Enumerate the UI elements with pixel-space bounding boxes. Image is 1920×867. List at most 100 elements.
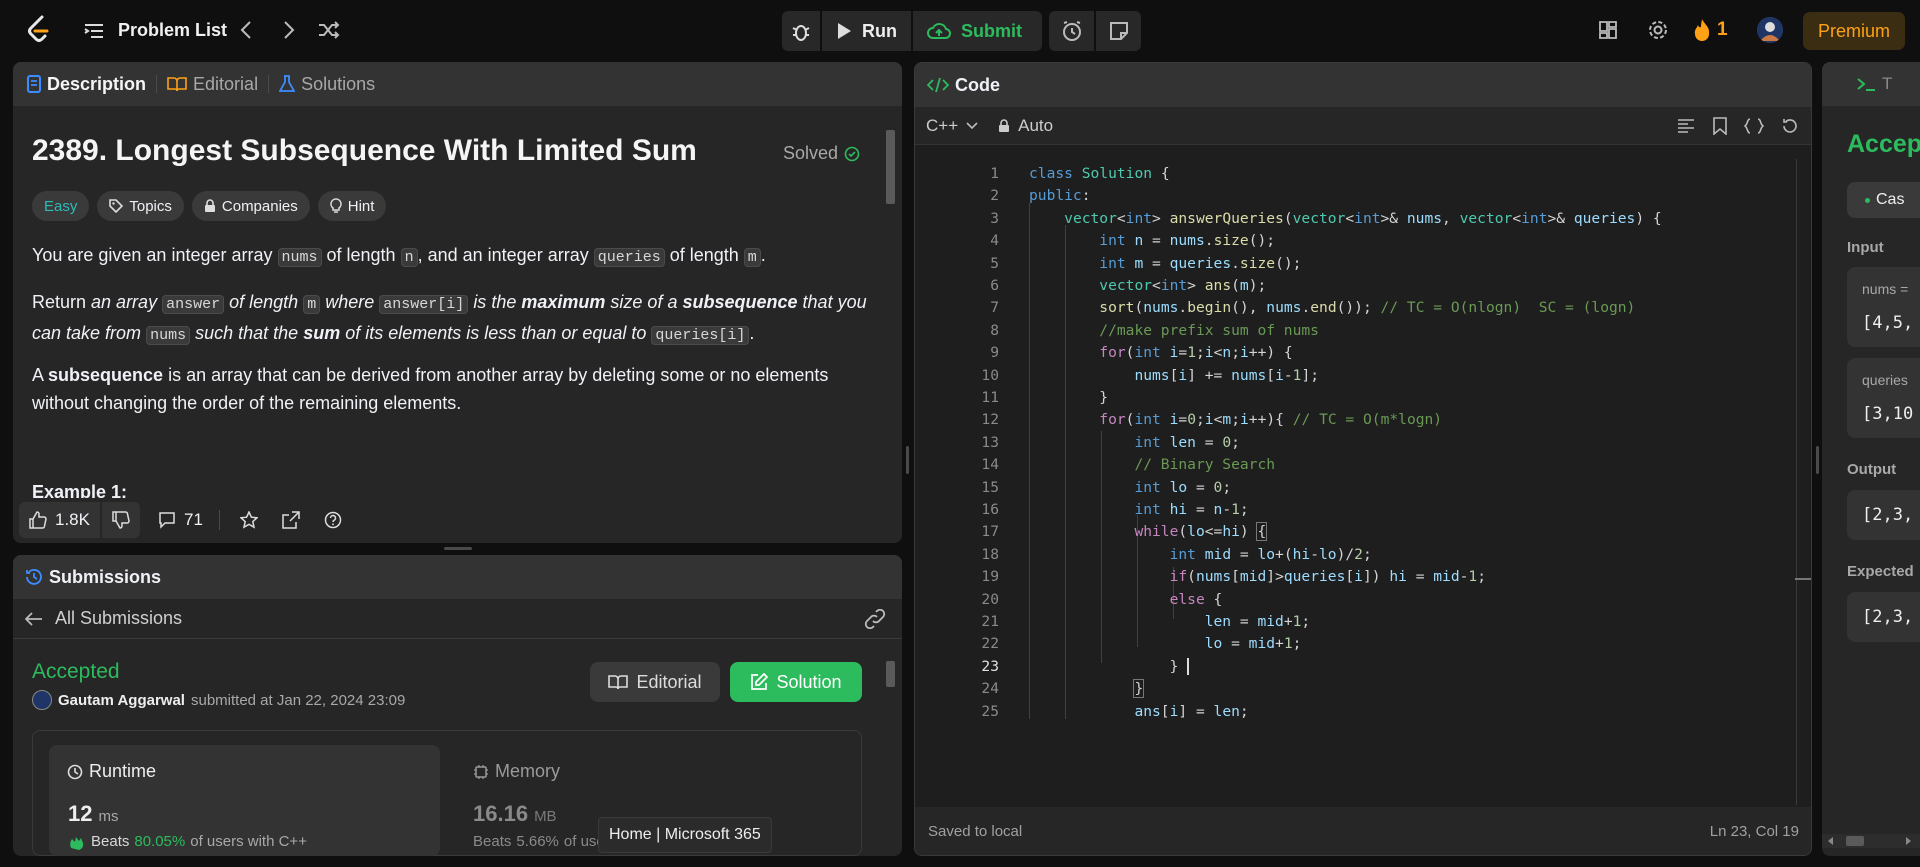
code-line: 22 lo = mid+1; [981,635,1302,653]
help-icon[interactable] [324,511,342,529]
edit-icon [750,673,769,691]
code-status-bar: Saved to local Ln 23, Col 19 [915,807,1811,855]
settings-gear-icon[interactable] [1647,19,1669,41]
chevron-down-icon [966,121,978,130]
arrow-left-icon[interactable] [25,611,43,626]
code-line: 17 while(lo<=hi) { [981,522,1268,542]
username[interactable]: Gautam Aggarwal [58,692,185,709]
submissions-scrollbar[interactable] [883,641,897,856]
run-button[interactable]: Run [822,11,911,51]
tab-editorial[interactable]: Editorial [157,74,268,95]
all-submissions-link[interactable]: All Submissions [55,608,182,629]
topics-chip[interactable]: Topics [97,191,184,221]
star-icon[interactable] [239,511,258,529]
description-scrollbar[interactable] [883,106,897,498]
scroll-left-arrow-icon[interactable] [1828,837,1833,845]
submit-button[interactable]: Submit [913,11,1036,51]
tab-solutions[interactable]: Solutions [269,74,385,95]
solution-button[interactable]: Solution [730,662,862,702]
editor-scroll-track[interactable] [1796,159,1797,805]
link-icon[interactable] [864,609,886,629]
leetcode-logo-icon[interactable] [26,15,50,45]
vertical-resize-handle[interactable] [444,547,472,550]
terminal-icon [1856,76,1876,92]
solution-button-label: Solution [776,671,842,692]
notes-icon[interactable] [1096,11,1141,51]
scroll-right-arrow-icon[interactable] [1906,837,1911,845]
topics-label: Topics [129,197,172,215]
scroll-thumb[interactable] [886,130,895,204]
language-select[interactable]: C++ [926,116,978,136]
premium-button[interactable]: Premium [1803,12,1905,50]
reset-icon[interactable] [1781,117,1799,135]
text: is the [473,292,517,312]
shuffle-icon[interactable] [318,20,340,40]
prev-problem-icon[interactable] [239,20,253,40]
problem-title: 2389. Longest Subsequence With Limited S… [32,134,697,167]
submission-status: Accepted [32,660,120,683]
memory-value: 16.16 [473,801,529,826]
code-editor[interactable]: 1 class Solution { 2 public: 3 vector<int>… [915,159,1805,719]
top-nav: Problem List Run Submit 1 Premium [0,0,1920,62]
text: . [749,323,755,343]
bookmark-icon[interactable] [1713,117,1727,135]
companies-label: Companies [221,197,298,215]
inline-code: answer[i] [379,295,469,314]
format-align-icon[interactable] [1677,118,1695,134]
case-tab[interactable]: Cas [1847,182,1920,218]
expected-value: [2,3, [1862,607,1914,627]
editor-scroll-marker [1795,578,1811,580]
braces-icon[interactable] [1744,118,1764,134]
code-line: 14 // Binary Search [981,456,1276,474]
text: an array [91,292,158,312]
all-submissions-bar: All Submissions [13,599,902,639]
text: subsequence [682,292,798,312]
runtime-beats-post: of users with C++ [190,833,307,850]
code-line: 3 vector<int> answerQueries(vector<int>&… [990,209,1662,227]
companies-chip[interactable]: Companies [191,191,310,221]
output-value: [2,3, [1862,505,1914,525]
code-line: 16 int hi = n-1; [981,501,1249,518]
problem-list-label: Problem List [118,20,228,40]
streak-counter[interactable]: 1 [1693,18,1728,42]
comment-icon [158,511,176,529]
tab-description-label: Description [47,73,147,94]
runtime-value-row: 12 ms [68,801,118,827]
testcase-h-scrollbar[interactable] [1822,834,1920,848]
horizontal-resize-handle[interactable] [906,446,909,474]
inline-code: queries[i] [651,326,750,345]
like-button[interactable]: 1.8K [19,502,100,538]
submissions-panel: Submissions All Submissions Accepted Gau… [13,555,902,856]
avatar[interactable] [1757,17,1783,43]
editorial-button-label: Editorial [636,671,702,692]
runtime-beats: Beats 80.05% of users with C++ [68,833,307,850]
alarm-clock-icon[interactable] [1049,11,1094,51]
debug-icon[interactable] [782,11,820,51]
code-line: 5 int m = queries.size(); [990,254,1302,272]
memory-beats-percent: 5.66% [516,833,559,850]
auto-mode[interactable]: Auto [998,116,1053,136]
horizontal-resize-handle-right[interactable] [1816,446,1819,474]
testcase-panel: T Accep Cas Input nums = [4,5, queries [… [1822,62,1920,856]
share-icon[interactable] [282,511,300,529]
text: Return [32,292,92,312]
runtime-card[interactable]: Runtime 12 ms Beats 80.05% of users with… [49,745,440,856]
layout-icon[interactable] [1598,20,1618,40]
tab-description[interactable]: Description [17,74,156,95]
hint-chip[interactable]: Hint [317,191,387,221]
comments-button[interactable]: 71 [158,510,203,530]
next-problem-icon[interactable] [282,20,296,40]
clapping-hands-icon [68,834,86,850]
scroll-thumb[interactable] [1846,836,1864,846]
input-label: Input [1847,239,1884,256]
difficulty-badge: Easy [32,191,90,221]
problem-list-link[interactable]: Problem List [84,20,227,41]
editorial-button[interactable]: Editorial [590,662,720,702]
nums-value: [4,5, [1862,313,1914,333]
code-line: 19 if(nums[mid]>queries[i]) hi = mid-1; [981,568,1487,586]
result-status: Accep [1847,130,1920,158]
dislike-button[interactable] [101,502,140,538]
testcase-tab-label[interactable]: T [1882,74,1892,94]
submissions-header: Submissions [13,555,902,599]
scroll-thumb[interactable] [886,661,895,687]
